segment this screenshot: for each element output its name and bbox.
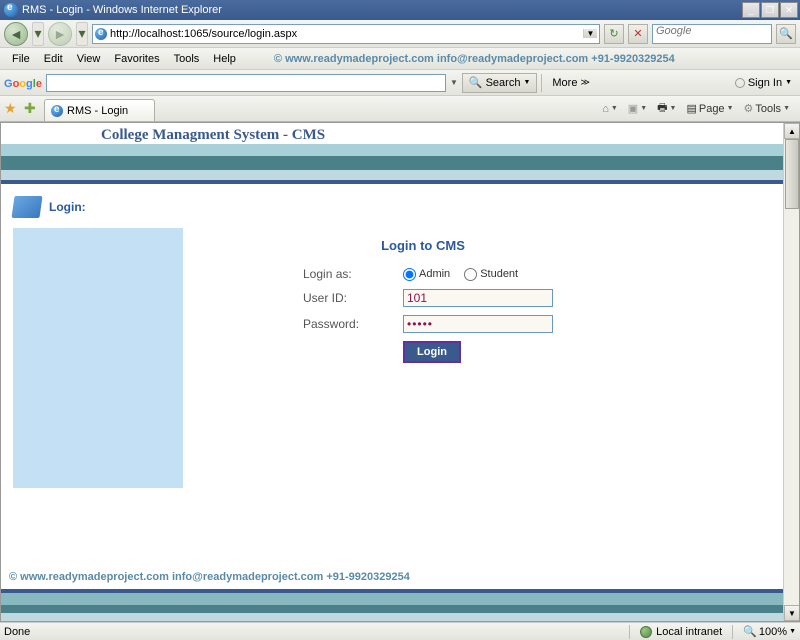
google-search-dropdown[interactable]: ▼ <box>450 78 458 87</box>
window-title: RMS - Login - Windows Internet Explorer <box>22 4 222 16</box>
menu-bar: File Edit View Favorites Tools Help © ww… <box>0 48 800 70</box>
radio-student-input[interactable] <box>464 268 477 281</box>
menu-view[interactable]: View <box>71 51 107 67</box>
search-box[interactable] <box>652 24 772 44</box>
ie-icon <box>4 3 18 17</box>
tools-menu-button[interactable]: ⚙ Tools ▼ <box>744 102 791 115</box>
login-section-label: Login: <box>49 200 86 214</box>
tab-icon <box>51 105 63 117</box>
decorative-stripe <box>1 170 783 180</box>
menu-help[interactable]: Help <box>207 51 242 67</box>
decorative-stripe <box>1 144 783 156</box>
menu-edit[interactable]: Edit <box>38 51 69 67</box>
menu-favorites[interactable]: Favorites <box>108 51 165 67</box>
radio-admin-input[interactable] <box>403 268 416 281</box>
print-icon: 🖶 <box>657 99 667 118</box>
scroll-up-button[interactable]: ▲ <box>784 123 800 139</box>
page-menu-button[interactable]: ▤ Page ▼ <box>686 102 733 115</box>
page-icon <box>95 28 107 40</box>
stop-button[interactable]: ✕ <box>628 24 648 44</box>
tab-bar: ★ ✚ RMS - Login ⌂▼ ▣▼ 🖶▼ ▤ Page ▼ ⚙ Tool… <box>0 96 800 122</box>
forward-button[interactable]: ► <box>48 22 72 46</box>
userid-label: User ID: <box>303 291 403 305</box>
google-logo: Google <box>4 75 42 90</box>
watermark-top: © www.readymadeproject.com info@readymad… <box>274 53 675 65</box>
forward-dropdown[interactable]: ▾ <box>76 22 88 46</box>
userid-input[interactable] <box>403 289 553 307</box>
side-panel <box>13 228 183 488</box>
scroll-thumb[interactable] <box>785 139 799 209</box>
password-label: Password: <box>303 317 403 331</box>
address-bar[interactable]: ▼ <box>92 24 600 44</box>
search-go-button[interactable]: 🔍 <box>776 24 796 44</box>
address-input[interactable] <box>110 28 580 40</box>
google-signin[interactable]: Sign In ▼ <box>735 77 796 89</box>
page-header-title: College Managment System - CMS <box>101 127 783 144</box>
browser-viewport: College Managment System - CMS Login: Lo… <box>0 122 800 622</box>
gear-icon: ⚙ <box>744 102 754 115</box>
form-title: Login to CMS <box>303 238 543 253</box>
scroll-down-button[interactable]: ▼ <box>784 605 800 621</box>
rss-icon: ▣ <box>628 102 638 115</box>
status-text: Done <box>4 626 30 638</box>
home-button[interactable]: ⌂▼ <box>602 103 618 115</box>
google-toolbar: Google ▼ 🔍Search ▼ More ≫ Sign In ▼ <box>0 70 800 96</box>
refresh-button[interactable]: ↻ <box>604 24 624 44</box>
back-dropdown[interactable]: ▾ <box>32 22 44 46</box>
watermark-bottom: © www.readymadeproject.com info@readymad… <box>5 569 783 585</box>
google-search-input[interactable] <box>46 74 446 92</box>
footer-stripes <box>1 589 783 621</box>
login-form: Login to CMS Login as: Admin Student Use… <box>183 228 783 488</box>
status-bar: Done Local intranet 🔍 100% ▼ <box>0 622 800 640</box>
back-button[interactable]: ◄ <box>4 22 28 46</box>
zoom-control[interactable]: 🔍 100% ▼ <box>743 625 796 638</box>
zoom-icon: 🔍 <box>743 625 757 638</box>
maximize-button[interactable]: ❐ <box>761 2 779 18</box>
browser-tab[interactable]: RMS - Login <box>44 99 155 121</box>
menu-file[interactable]: File <box>6 51 36 67</box>
google-search-button[interactable]: 🔍Search ▼ <box>462 73 538 93</box>
add-favorite-icon[interactable]: ✚ <box>24 100 42 118</box>
nav-toolbar: ◄ ▾ ► ▾ ▼ ↻ ✕ 🔍 <box>0 20 800 48</box>
login-button[interactable]: Login <box>403 341 461 363</box>
address-dropdown[interactable]: ▼ <box>583 29 597 38</box>
decorative-stripe <box>1 156 783 170</box>
feeds-button[interactable]: ▣▼ <box>628 102 647 115</box>
password-input[interactable] <box>403 315 553 333</box>
tab-title: RMS - Login <box>67 105 128 117</box>
home-icon: ⌂ <box>602 103 609 115</box>
radio-student[interactable]: Student <box>464 268 518 281</box>
print-button[interactable]: 🖶▼ <box>657 99 676 118</box>
minimize-button[interactable]: _ <box>742 2 760 18</box>
window-titlebar: RMS - Login - Windows Internet Explorer … <box>0 0 800 20</box>
login-as-label: Login as: <box>303 267 403 281</box>
favorites-star-icon[interactable]: ★ <box>4 100 22 118</box>
vertical-scrollbar[interactable]: ▲ ▼ <box>783 123 799 621</box>
search-input[interactable] <box>656 25 768 37</box>
login-section-icon <box>11 196 42 218</box>
menu-tools[interactable]: Tools <box>168 51 206 67</box>
close-button[interactable]: ✕ <box>780 2 798 18</box>
radio-admin[interactable]: Admin <box>403 268 450 281</box>
page-icon: ▤ <box>686 102 696 115</box>
google-more-button[interactable]: More ≫ <box>546 73 595 93</box>
security-zone: Local intranet <box>656 626 722 638</box>
zoom-level: 100% <box>759 626 787 638</box>
zone-icon <box>640 626 652 638</box>
